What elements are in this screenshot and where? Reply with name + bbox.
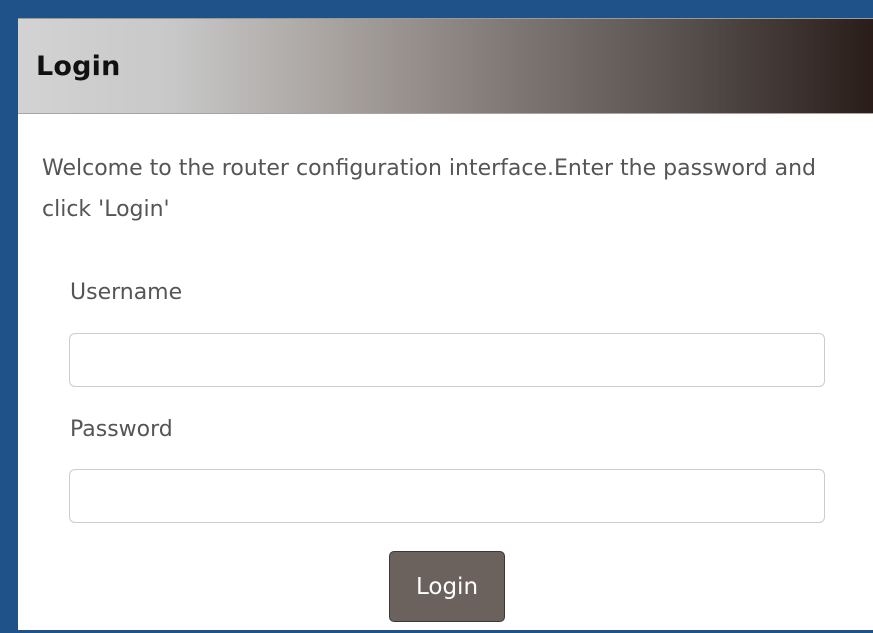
login-panel: Login Welcome to the router configuratio… — [18, 18, 873, 630]
login-button[interactable]: Login — [389, 551, 505, 622]
page-title: Login — [36, 50, 121, 82]
welcome-message: Welcome to the router configuration inte… — [42, 156, 816, 222]
password-label: Password — [70, 417, 173, 442]
password-input[interactable] — [69, 469, 825, 523]
username-label: Username — [70, 280, 183, 305]
username-input[interactable] — [69, 333, 825, 387]
panel-header: Login — [18, 18, 873, 114]
